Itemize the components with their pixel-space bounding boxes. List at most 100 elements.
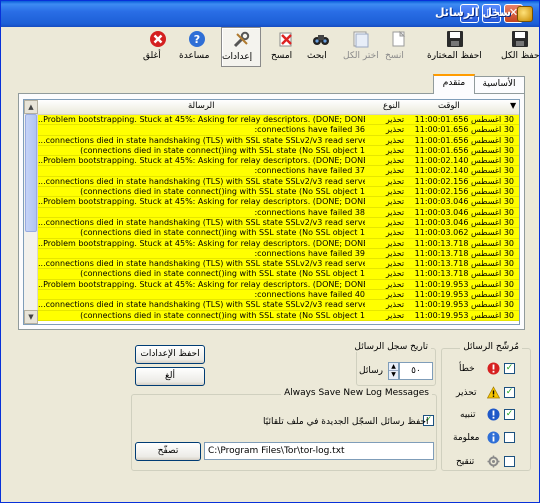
history-count-value: ٥٠: [411, 366, 421, 376]
type-cell: تحذير: [385, 238, 405, 248]
message-cell: :connections have failed 39: [254, 248, 365, 258]
time-cell: 30 اغسطس 11:00:03.046: [414, 207, 514, 217]
table-row[interactable]: (connections died in state connect()ing …: [38, 187, 519, 198]
log-history-title: تاريخ سجل الرسائل: [351, 342, 431, 352]
type-cell: تحذير: [385, 145, 405, 155]
help-icon: ?: [189, 31, 205, 47]
floppy-disk-icon: [447, 31, 463, 47]
title-bar[interactable]: _ □ ✕ سجل الرسائل: [1, 1, 539, 27]
help-label: مساعدة: [179, 51, 210, 61]
filter-warning-checkbox[interactable]: ✓: [504, 387, 515, 398]
type-cell: تحذير: [385, 176, 405, 186]
cancel-label: ألغ: [164, 371, 176, 381]
table-row[interactable]: ..Problem bootstrapping. Stuck at 45%: A…: [38, 156, 519, 167]
table-row[interactable]: ...connections died in state handshaking…: [38, 135, 519, 146]
column-message-header[interactable]: الرسالة: [188, 101, 215, 111]
cancel-button[interactable]: ألغ: [135, 367, 205, 386]
filter-error-checkbox[interactable]: ✓: [504, 363, 515, 374]
table-row[interactable]: (connections died in state connect()ing …: [38, 228, 519, 239]
message-cell: ...connections died in state handshaking…: [38, 259, 365, 269]
column-time-header[interactable]: الوقت: [438, 101, 460, 111]
tab-advanced[interactable]: متقدم: [433, 74, 475, 94]
select-all-label: اختر الكل: [343, 51, 379, 61]
message-cell: ...connections died in state handshaking…: [38, 176, 365, 186]
settings-button[interactable]: إعدادات: [221, 27, 261, 67]
filter-error-label: خطأ: [459, 364, 475, 374]
message-filter-group: مُرشّح الرسائل: [441, 342, 531, 471]
copy-button[interactable]: انسخ: [385, 27, 413, 67]
table-row[interactable]: ..Problem bootstrapping. Stuck at 45%: A…: [38, 238, 519, 249]
message-cell: ..Problem bootstrapping. Stuck at 45%: A…: [38, 279, 365, 289]
spin-down-icon[interactable]: ▼: [389, 371, 398, 379]
table-row[interactable]: :connections have failed 39 تحذير 30 اغسطس…: [38, 248, 519, 260]
save-selected-button[interactable]: احفظ المختارة: [427, 27, 483, 67]
time-cell: 30 اغسطس 11:00:01.656: [414, 125, 514, 135]
table-row[interactable]: ...connections died in state handshaking…: [38, 217, 519, 229]
table-row[interactable]: ...connections died in state handshaking…: [38, 176, 519, 188]
table-row[interactable]: (connections died in state connect()ing …: [38, 310, 519, 321]
close-label: أغلق: [143, 51, 161, 61]
clear-button[interactable]: امسح: [271, 27, 301, 67]
help-button[interactable]: ? مساعدة: [179, 27, 215, 67]
scroll-thumb[interactable]: [25, 114, 37, 232]
window-title: سجل الرسائل: [434, 6, 511, 19]
warning-icon: [487, 386, 500, 399]
time-cell: 30 اغسطس 11:00:02.140: [414, 156, 514, 166]
scroll-up-icon[interactable]: ▲: [24, 100, 38, 114]
message-cell: :connections have failed 36: [254, 125, 365, 135]
tab-basic[interactable]: الأساسية: [473, 76, 525, 93]
type-cell: تحذير: [385, 290, 405, 300]
time-cell: 30 اغسطس 11:00:13.718: [414, 238, 514, 248]
table-row[interactable]: :connections have failed 36 تحذير 30 اغسطس…: [38, 125, 519, 136]
table-row[interactable]: :connections have failed 38 تحذير 30 اغسطس…: [38, 207, 519, 218]
table-row[interactable]: :connections have failed 40 تحذير 30 اغسطس…: [38, 290, 519, 301]
type-cell: تحذير: [385, 217, 405, 227]
table-row[interactable]: (connections died in state connect()ing …: [38, 269, 519, 280]
history-count-spinner[interactable]: ▲ ▼: [388, 362, 399, 380]
spin-up-icon[interactable]: ▲: [389, 363, 398, 371]
time-cell: 30 اغسطس 11:00:03.046: [414, 197, 514, 207]
table-row[interactable]: ..Problem bootstrapping. Stuck at 45%: A…: [38, 197, 519, 208]
vertical-scrollbar[interactable]: ▲ ▼: [24, 100, 38, 324]
table-row[interactable]: ..Problem bootstrapping. Stuck at 45%: A…: [38, 279, 519, 291]
type-cell: تحذير: [385, 156, 405, 166]
message-cell: ..Problem bootstrapping. Stuck at 45%: A…: [38, 197, 365, 207]
table-row[interactable]: (connections died in state connect()ing …: [38, 145, 519, 157]
time-cell: 30 اغسطس 11:00:02.156: [414, 176, 514, 186]
message-cell: ..Problem bootstrapping. Stuck at 45%: A…: [38, 115, 365, 124]
type-cell: تحذير: [385, 300, 405, 310]
filter-notice-checkbox[interactable]: ✓: [504, 409, 515, 420]
column-type-header[interactable]: النوع: [383, 101, 400, 111]
type-cell: تحذير: [385, 228, 405, 238]
save-all-button[interactable]: احفظ الكل: [501, 27, 540, 67]
sort-descending-icon: ▼: [510, 101, 517, 110]
close-button[interactable]: أغلق: [143, 27, 173, 67]
table-row[interactable]: ...connections died in state handshaking…: [38, 300, 519, 311]
time-cell: 30 اغسطس 11:00:01.656: [414, 135, 514, 145]
message-log-grid[interactable]: ▲ ▼ الوقت ▼ النوع الرسالة ..Problem boot…: [23, 99, 520, 325]
filter-debug-checkbox[interactable]: [504, 456, 515, 467]
copy-icon: [392, 30, 406, 47]
filter-info-checkbox[interactable]: [504, 432, 515, 443]
browse-button[interactable]: تصفّح: [135, 442, 201, 461]
log-path-input[interactable]: C:\Program Files\Tor\tor-log.txt: [204, 442, 434, 460]
message-cell: (connections died in state connect()ing …: [80, 145, 365, 155]
find-button[interactable]: ابحث: [307, 27, 335, 67]
message-cell: (connections died in state connect()ing …: [80, 228, 365, 238]
table-row[interactable]: ..Problem bootstrapping. Stuck at 45%: A…: [38, 115, 519, 126]
select-all-button[interactable]: اختر الكل: [343, 27, 379, 67]
message-cell: ..Problem bootstrapping. Stuck at 45%: A…: [38, 156, 365, 166]
table-row[interactable]: ...connections died in state handshaking…: [38, 259, 519, 270]
scroll-down-icon[interactable]: ▼: [24, 310, 38, 324]
type-cell: تحذير: [385, 248, 405, 258]
type-cell: تحذير: [385, 125, 405, 135]
history-count-input[interactable]: ٥٠: [399, 362, 433, 380]
save-settings-button[interactable]: احفظ الإعدادات: [135, 345, 205, 364]
table-row[interactable]: :connections have failed 37 تحذير 30 اغسطس…: [38, 166, 519, 177]
auto-save-label: احفظ رسائل السجّل الجديدة في ملف تلقائيً…: [263, 417, 429, 427]
tab-advanced-label: متقدم: [442, 78, 466, 88]
type-cell: تحذير: [385, 310, 405, 320]
type-cell: تحذير: [385, 279, 405, 289]
browse-label: تصفّح: [157, 446, 179, 456]
save-settings-label: احفظ الإعدادات: [140, 349, 200, 359]
